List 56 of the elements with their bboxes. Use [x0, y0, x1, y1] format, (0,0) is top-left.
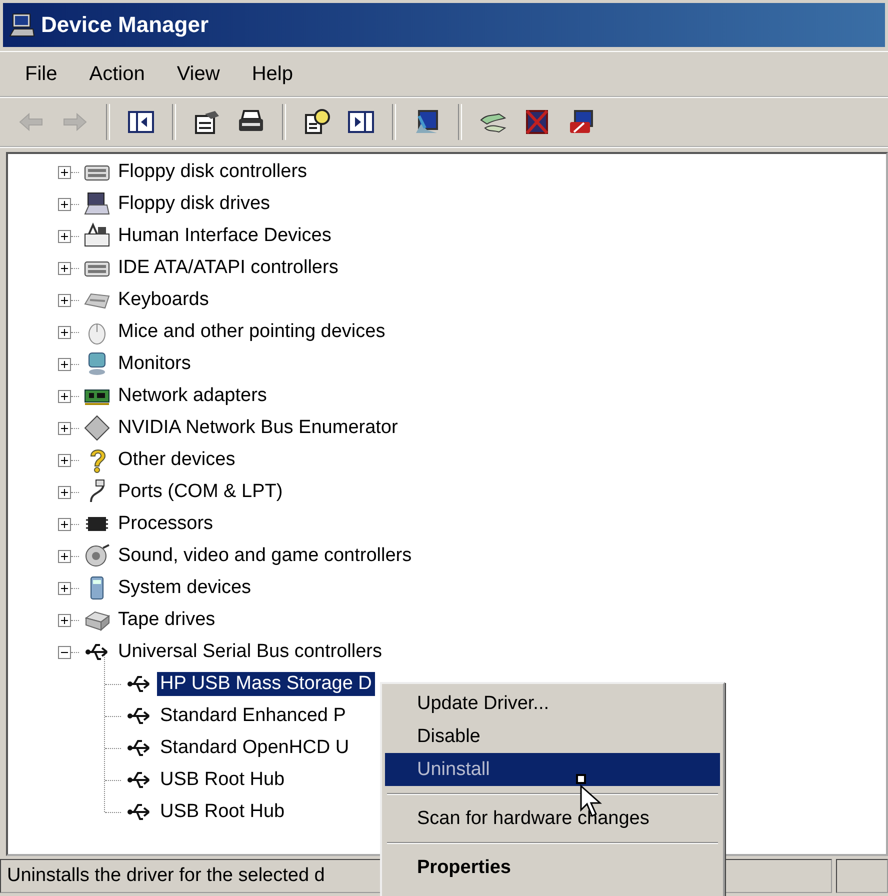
properties-icon: [193, 108, 221, 136]
tree-item[interactable]: Processors: [115, 512, 216, 536]
expand-toggle[interactable]: [58, 294, 71, 306]
tree-item[interactable]: USB Root Hub: [157, 768, 288, 792]
expand-toggle[interactable]: [58, 262, 71, 274]
menu-item[interactable]: View: [176, 62, 220, 86]
status-pane: [836, 859, 888, 893]
expand-toggle[interactable]: [58, 582, 71, 594]
tree-item[interactable]: Human Interface Devices: [115, 224, 334, 248]
expand-toggle[interactable]: [58, 454, 71, 466]
diamond-device-icon: [83, 414, 111, 442]
expand-toggle[interactable]: [58, 358, 71, 370]
help-icon: [303, 108, 331, 136]
tree-item[interactable]: Monitors: [115, 352, 194, 376]
expand-toggle[interactable]: [58, 422, 71, 434]
panel-icon: [127, 108, 155, 136]
tree-item[interactable]: Floppy disk drives: [115, 192, 274, 216]
tree-item[interactable]: Network adapters: [115, 384, 270, 408]
menu-item[interactable]: Update Driver...: [385, 687, 720, 720]
expand-toggle[interactable]: [58, 646, 71, 658]
expand-toggle[interactable]: [58, 390, 71, 402]
expand-toggle[interactable]: [58, 486, 71, 498]
tree-item[interactable]: Ports (COM & LPT): [115, 480, 286, 504]
menu-item[interactable]: Action: [89, 62, 145, 86]
cross-icon: [523, 108, 551, 136]
expand-toggle[interactable]: [58, 166, 71, 178]
tree-item[interactable]: Sound, video and game controllers: [115, 544, 415, 568]
window-title: Device Manager: [41, 12, 209, 38]
tree-item[interactable]: IDE ATA/ATAPI controllers: [115, 256, 342, 280]
panel-icon: [347, 108, 375, 136]
expand-toggle[interactable]: [58, 230, 71, 242]
tree-item[interactable]: USB Root Hub: [157, 800, 288, 824]
tree-item[interactable]: Floppy disk controllers: [115, 160, 310, 184]
menu-item[interactable]: Help: [252, 62, 293, 86]
tree-item[interactable]: NVIDIA Network Bus Enumerator: [115, 416, 401, 440]
tree-item[interactable]: Universal Serial Bus controllers: [115, 640, 385, 664]
monitor-icon: [413, 108, 441, 136]
menu-item[interactable]: Scan for hardware changes: [385, 802, 720, 835]
expand-toggle[interactable]: [58, 326, 71, 338]
expand-toggle[interactable]: [58, 518, 71, 530]
expand-toggle[interactable]: [58, 550, 71, 562]
tree-item[interactable]: HP USB Mass Storage D: [157, 672, 375, 696]
tree-item[interactable]: Mice and other pointing devices: [115, 320, 388, 344]
computer-icon: [9, 12, 35, 38]
tree-item[interactable]: Keyboards: [115, 288, 212, 312]
tree-item[interactable]: Standard OpenHCD U: [157, 736, 352, 760]
tree-item[interactable]: System devices: [115, 576, 254, 600]
tree-item[interactable]: Standard Enhanced P: [157, 704, 349, 728]
menu-item[interactable]: File: [25, 62, 58, 86]
expand-toggle[interactable]: [58, 614, 71, 626]
menu-item[interactable]: Disable: [385, 720, 720, 753]
computer-icon: [567, 108, 595, 136]
menu-item[interactable]: Uninstall: [385, 753, 720, 786]
tree-item[interactable]: Tape drives: [115, 608, 218, 632]
expand-toggle[interactable]: [58, 198, 71, 210]
tree-item[interactable]: Other devices: [115, 448, 238, 472]
